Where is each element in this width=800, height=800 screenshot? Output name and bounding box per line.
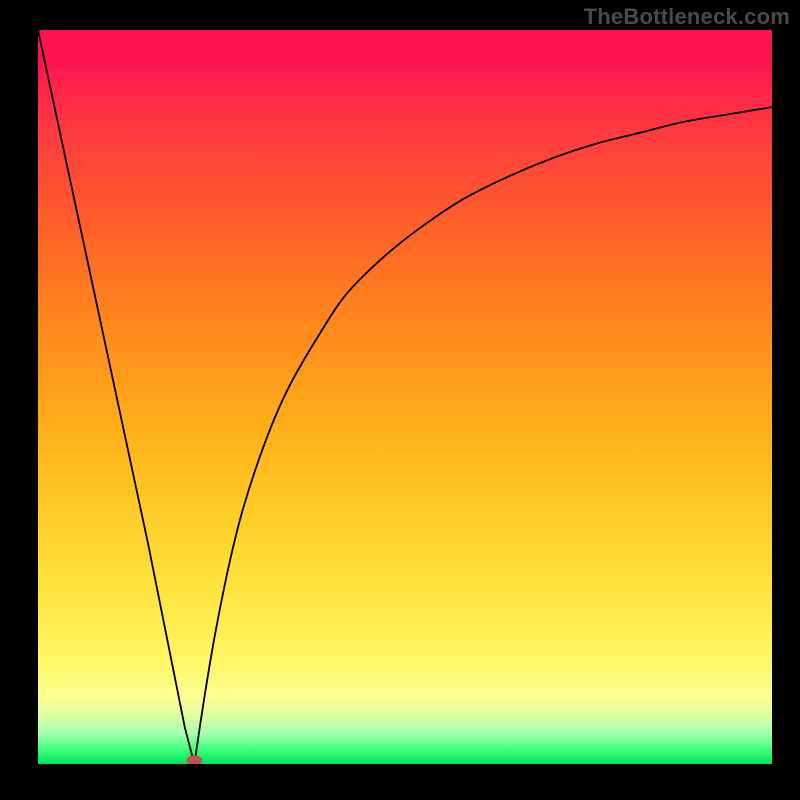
chart-frame: TheBottleneck.com xyxy=(0,0,800,800)
minimum-marker xyxy=(186,755,202,764)
curve-svg xyxy=(38,30,772,764)
curve-left-branch xyxy=(38,30,194,764)
plot-area xyxy=(38,30,772,764)
curve-right-branch xyxy=(194,107,772,764)
watermark-text: TheBottleneck.com xyxy=(584,4,790,30)
